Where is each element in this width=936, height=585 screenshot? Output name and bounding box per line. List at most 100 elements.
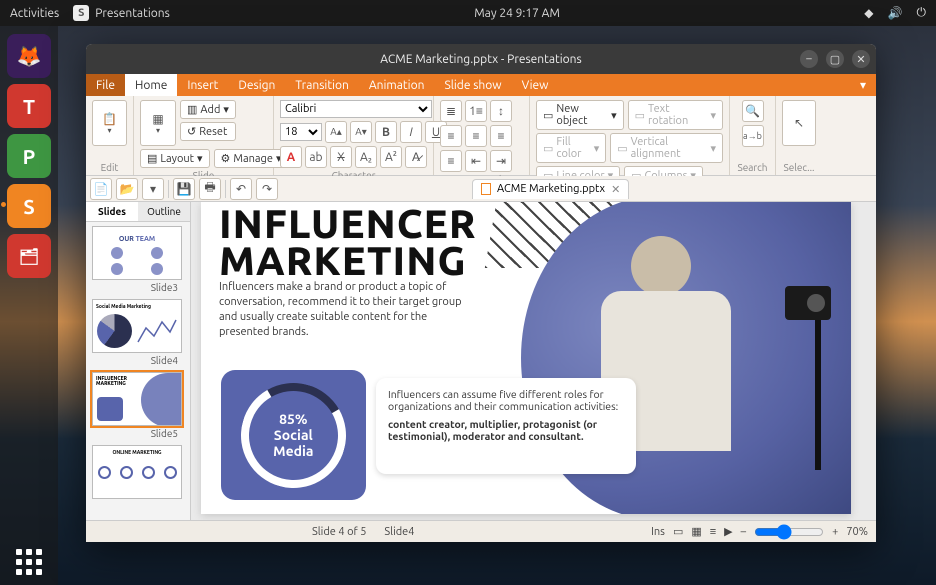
dock: 🦊 T P S 🗂	[0, 26, 58, 585]
menu-slideshow[interactable]: Slide show	[434, 74, 511, 96]
document-tab[interactable]: ACME Marketing.pptx ✕	[472, 179, 629, 199]
qa-recent-button[interactable]: ▾	[142, 178, 164, 200]
network-icon[interactable]: ◆	[864, 6, 873, 20]
align-left-button[interactable]: ≡	[440, 125, 462, 147]
grow-font-button[interactable]: A▴	[325, 121, 347, 143]
volume-icon[interactable]: 🔊	[888, 6, 903, 20]
shrink-font-button[interactable]: A▾	[350, 121, 372, 143]
zoom-level[interactable]: 70%	[846, 526, 868, 538]
bold-button[interactable]: B	[375, 121, 397, 143]
indent-inc-button[interactable]: ⇥	[490, 150, 512, 172]
vertical-align-button[interactable]: ▭ Vertical alignment ▾	[610, 133, 723, 163]
dock-planmaker-icon[interactable]: P	[7, 134, 51, 178]
dock-files-icon[interactable]: 🗂	[7, 234, 51, 278]
power-icon[interactable]: ⏻	[916, 6, 926, 20]
qa-undo-button[interactable]: ↶	[230, 178, 252, 200]
activities-button[interactable]: Activities	[10, 7, 59, 20]
dock-presentations-icon[interactable]: S	[7, 184, 51, 228]
close-tab-icon[interactable]: ✕	[611, 183, 620, 196]
camera-icon	[785, 286, 831, 320]
show-apps-button[interactable]	[0, 549, 58, 575]
numbering-button[interactable]: 1≡	[465, 100, 487, 122]
italic-button[interactable]: I	[400, 121, 422, 143]
view-sorter-icon[interactable]: ▦	[691, 525, 701, 538]
person-head	[631, 236, 691, 296]
zoom-in-button[interactable]: +	[832, 526, 838, 538]
close-button[interactable]: ✕	[852, 50, 870, 68]
slide-thumbnail-selected[interactable]: INFLUENCERMARKETING	[92, 372, 182, 426]
zoom-out-button[interactable]: –	[741, 526, 746, 538]
stat-box[interactable]: 85%SocialMedia	[221, 370, 366, 500]
current-slide[interactable]: INFLUENCERMARKETING Influencers make a b…	[201, 202, 851, 514]
stat-circle: 85%SocialMedia	[229, 371, 358, 500]
qa-print-button[interactable]: 🖶	[199, 178, 221, 200]
insert-mode[interactable]: Ins	[651, 526, 665, 538]
clock[interactable]: May 24 9:17 AM	[474, 7, 560, 20]
slide-thumbnail[interactable]: Social Media Marketing	[92, 299, 182, 353]
align-right-button[interactable]: ≡	[490, 125, 512, 147]
minimize-button[interactable]: –	[800, 50, 818, 68]
indent-dec-button[interactable]: ⇤	[465, 150, 487, 172]
text-rotation-button[interactable]: ▭ Text rotation ▾	[628, 100, 723, 130]
select-button[interactable]: ↖	[782, 100, 816, 146]
align-center-button[interactable]: ≡	[465, 125, 487, 147]
view-show-icon[interactable]: ▶	[724, 525, 732, 538]
ribbon: 📋▾ Edit ▦▾ ▥ Add ▾ ↺ Reset ▤ Layout ▾ ⚙ …	[86, 96, 876, 176]
subscript-button[interactable]: A₂	[355, 146, 377, 168]
menubar: File Home Insert Design Transition Anima…	[86, 74, 876, 96]
description-box[interactable]: Influencers can assume five different ro…	[376, 378, 636, 474]
tab-outline[interactable]: Outline	[138, 202, 190, 221]
app-window: ACME Marketing.pptx - Presentations – ▢ …	[86, 44, 876, 542]
clear-format-button[interactable]: A̷	[405, 146, 427, 168]
menu-dropdown[interactable]: ▾	[850, 74, 876, 96]
tab-slides[interactable]: Slides	[86, 202, 138, 221]
menu-insert[interactable]: Insert	[177, 74, 228, 96]
font-size-select[interactable]: 18	[280, 123, 322, 141]
slide-title[interactable]: INFLUENCERMARKETING	[219, 206, 477, 280]
menu-file[interactable]: File	[86, 74, 125, 96]
active-app-indicator[interactable]: S Presentations	[73, 5, 170, 21]
group-edit-label: Edit	[92, 160, 127, 173]
menu-transition[interactable]: Transition	[285, 74, 358, 96]
dock-firefox-icon[interactable]: 🦊	[7, 34, 51, 78]
view-outline-icon[interactable]: ≡	[710, 526, 716, 538]
dock-textmaker-icon[interactable]: T	[7, 84, 51, 128]
add-slide-button[interactable]: ▥ Add ▾	[180, 100, 236, 119]
maximize-button[interactable]: ▢	[826, 50, 844, 68]
layout-button[interactable]: ▤ Layout ▾	[140, 149, 210, 168]
thumb-label: Slide5	[92, 428, 184, 439]
slide-thumbnail[interactable]: OUR TEAM	[92, 226, 182, 280]
active-app-name: Presentations	[95, 7, 170, 20]
qa-open-button[interactable]: 📂	[116, 178, 138, 200]
menu-animation[interactable]: Animation	[359, 74, 435, 96]
qa-save-button[interactable]: 💾	[173, 178, 195, 200]
fill-color-button[interactable]: ▭ Fill color ▾	[536, 133, 606, 163]
stat-percent: 85%	[279, 411, 307, 427]
menu-view[interactable]: View	[512, 74, 559, 96]
align-justify-button[interactable]: ≡	[440, 150, 462, 172]
slide-body-text[interactable]: Influencers make a brand or product a to…	[219, 280, 469, 339]
zoom-slider[interactable]	[754, 524, 824, 540]
linespacing-button[interactable]: ↕	[490, 100, 512, 122]
replace-button[interactable]: a→b	[742, 125, 764, 147]
reset-slide-button[interactable]: ↺ Reset	[180, 122, 236, 141]
superscript-button[interactable]: A²	[380, 146, 402, 168]
new-object-button[interactable]: ▭ New object ▾	[536, 100, 624, 130]
menu-home[interactable]: Home	[125, 74, 177, 96]
paste-button[interactable]: 📋▾	[92, 100, 127, 146]
find-button[interactable]: 🔍	[742, 100, 764, 122]
strikethrough-button[interactable]: X	[330, 146, 352, 168]
titlebar: ACME Marketing.pptx - Presentations – ▢ …	[86, 44, 876, 74]
thumbnails-list[interactable]: OUR TEAM Slide3 Social Media Marketing S…	[86, 222, 190, 520]
font-color-button[interactable]: A	[280, 146, 302, 168]
new-slide-button[interactable]: ▦▾	[140, 100, 176, 146]
font-family-select[interactable]: Calibri	[280, 100, 432, 118]
highlight-button[interactable]: ab	[305, 146, 327, 168]
qa-new-button[interactable]: 📄	[90, 178, 112, 200]
slide-thumbnail[interactable]: ONLINE MARKETING	[92, 445, 182, 499]
view-normal-icon[interactable]: ▭	[673, 525, 683, 538]
bullets-button[interactable]: ≣	[440, 100, 462, 122]
qa-redo-button[interactable]: ↷	[256, 178, 278, 200]
slide-editor[interactable]: INFLUENCERMARKETING Influencers make a b…	[191, 202, 876, 520]
menu-design[interactable]: Design	[228, 74, 285, 96]
